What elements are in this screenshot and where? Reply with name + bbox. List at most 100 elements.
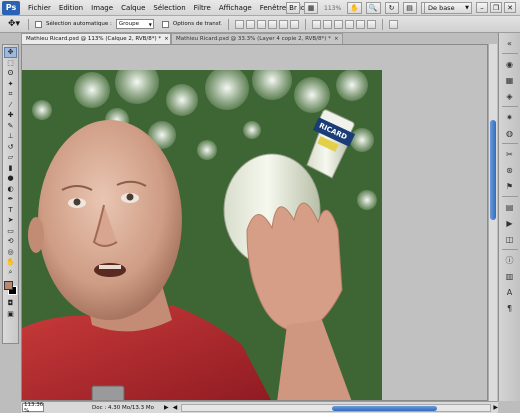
collapse-panels-icon[interactable]: « xyxy=(503,37,517,49)
brush-icon[interactable]: ✎ xyxy=(4,121,17,132)
bridge-icon[interactable]: Br xyxy=(286,2,300,14)
screen-mode-icon[interactable]: ▣ xyxy=(4,309,17,320)
magic-wand-icon[interactable]: ✦ xyxy=(4,79,17,90)
document-window[interactable]: RICARD xyxy=(21,44,488,401)
type-icon[interactable]: T xyxy=(4,205,17,216)
menu-fichier[interactable]: Fichier xyxy=(24,0,55,16)
paths-panel-icon[interactable]: ⚑ xyxy=(503,180,517,192)
document-size[interactable]: Doc : 4.30 Mo/13.3 Mo xyxy=(92,405,154,411)
scroll-left-icon[interactable]: ◀ xyxy=(173,404,178,411)
menu-image[interactable]: Image xyxy=(87,0,117,16)
view-extras-icon[interactable]: ▦ xyxy=(304,2,318,14)
chevron-down-icon: ▼ xyxy=(465,5,469,11)
color-panel-icon[interactable]: ◉ xyxy=(503,58,517,70)
auto-select-value: Groupe xyxy=(118,21,139,27)
auto-select-label: Sélection automatique : xyxy=(46,21,112,27)
align-vcenter-icon[interactable] xyxy=(245,19,255,29)
status-menu-arrow-icon[interactable]: ▶ xyxy=(164,404,169,411)
align-right-icon[interactable] xyxy=(289,19,299,29)
hand-tool-icon[interactable]: ✋ xyxy=(347,2,362,14)
auto-align-layers-icon[interactable] xyxy=(388,19,398,29)
dodge-icon[interactable]: ◐ xyxy=(4,184,17,195)
gradient-icon[interactable]: ▮ xyxy=(4,163,17,174)
eyedropper-icon[interactable]: ⁄ xyxy=(4,100,17,111)
crop-icon[interactable]: ⌗ xyxy=(4,89,17,100)
tab-document-1[interactable]: Mathieu Ricard.psd @ 113% (Calque 2, RVB… xyxy=(21,33,171,44)
auto-select-dropdown[interactable]: Groupe ▼ xyxy=(115,19,154,29)
pen-icon[interactable]: ✒ xyxy=(4,194,17,205)
restore-icon[interactable]: ❐ xyxy=(490,2,502,13)
close-icon[interactable]: ✕ xyxy=(504,2,516,13)
rotate-view-icon[interactable]: ↻ xyxy=(384,2,399,14)
workspace-switcher[interactable]: De base ▼ xyxy=(424,2,472,14)
quick-mask-icon[interactable]: ◘ xyxy=(4,298,17,309)
auto-select-checkbox[interactable] xyxy=(35,20,42,28)
divider xyxy=(501,143,518,144)
menu-affichage[interactable]: Affichage xyxy=(215,0,256,16)
close-icon[interactable]: × xyxy=(331,36,339,42)
swatches-panel-icon[interactable]: ▦ xyxy=(503,74,517,86)
align-hcenter-icon[interactable] xyxy=(278,19,288,29)
shape-icon[interactable]: ▭ xyxy=(4,226,17,237)
arrange-documents-icon[interactable]: ▤ xyxy=(402,2,417,14)
color-swatches xyxy=(3,280,18,298)
close-icon[interactable]: × xyxy=(161,36,169,42)
actions-panel-icon[interactable]: ▶ xyxy=(503,217,517,229)
align-left-icon[interactable] xyxy=(267,19,277,29)
align-top-icon[interactable] xyxy=(234,19,244,29)
photoshop-logo: Ps xyxy=(2,0,20,15)
vertical-scrollbar[interactable] xyxy=(488,44,497,401)
adjustments-panel-icon[interactable]: ✷ xyxy=(503,111,517,123)
move-icon[interactable]: ✥ xyxy=(4,47,17,58)
3d-orbit-icon[interactable]: ◎ xyxy=(4,247,17,258)
move-tool-preset-icon[interactable]: ✥▾ xyxy=(6,18,22,30)
history-brush-icon[interactable]: ↺ xyxy=(4,142,17,153)
eraser-icon[interactable]: ▱ xyxy=(4,152,17,163)
zoom-icon[interactable]: ⌕ xyxy=(4,268,17,279)
clone-stamp-icon[interactable]: ⊥ xyxy=(4,131,17,142)
photo: RICARD xyxy=(22,70,382,400)
transform-controls-checkbox[interactable] xyxy=(161,20,169,28)
channels-panel-icon[interactable]: ⊛ xyxy=(503,164,517,176)
tab-document-2[interactable]: Mathieu Ricard.psd @ 33.3% (Layer 4 copi… xyxy=(171,33,343,44)
distribute-right-icon[interactable] xyxy=(366,19,376,29)
scroll-right-icon[interactable]: ▶ xyxy=(493,404,498,411)
layers-panel-icon[interactable]: ✂ xyxy=(503,148,517,160)
hand-icon[interactable]: ✋ xyxy=(4,257,17,268)
masks-panel-icon[interactable]: ◍ xyxy=(503,127,517,139)
align-bottom-icon[interactable] xyxy=(256,19,266,29)
menu-edition[interactable]: Edition xyxy=(55,0,87,16)
lasso-icon[interactable]: ʘ xyxy=(4,68,17,79)
zoom-level[interactable]: 113% xyxy=(322,5,343,12)
paragraph-panel-icon[interactable]: ¶ xyxy=(503,302,517,314)
horizontal-scrollbar[interactable] xyxy=(181,403,492,412)
distribute-top-icon[interactable] xyxy=(311,19,321,29)
image-canvas[interactable]: RICARD xyxy=(22,70,382,400)
menu-selection[interactable]: Sélection xyxy=(149,0,189,16)
distribute-left-icon[interactable] xyxy=(344,19,354,29)
blur-icon[interactable]: ● xyxy=(4,173,17,184)
minimize-icon[interactable]: – xyxy=(476,2,488,13)
menu-filtre[interactable]: Filtre xyxy=(190,0,215,16)
menu-calque[interactable]: Calque xyxy=(117,0,149,16)
distribute-bottom-icon[interactable] xyxy=(333,19,343,29)
history-panel-icon[interactable]: ▤ xyxy=(503,201,517,213)
distribute-hcenter-icon[interactable] xyxy=(355,19,365,29)
workspace-label: De base xyxy=(428,4,455,12)
info-panel-icon[interactable]: ⓘ xyxy=(503,254,517,266)
marquee-icon[interactable]: ⬚ xyxy=(4,58,17,69)
path-select-icon[interactable]: ➤ xyxy=(4,215,17,226)
character-panel-icon[interactable]: A xyxy=(503,286,517,298)
zoom-field[interactable]: 113.36 % xyxy=(22,402,44,413)
3d-rotate-icon[interactable]: ⟲ xyxy=(4,236,17,247)
vertical-scroll-thumb[interactable] xyxy=(490,120,496,220)
zoom-tool-icon[interactable]: 🔍 xyxy=(365,2,381,14)
distribute-vcenter-icon[interactable] xyxy=(322,19,332,29)
horizontal-scroll-thumb[interactable] xyxy=(332,405,438,411)
histogram-panel-icon[interactable]: ▥ xyxy=(503,270,517,282)
foreground-color-swatch[interactable] xyxy=(4,281,13,290)
styles-panel-icon[interactable]: ◈ xyxy=(503,90,517,102)
application-bar: Br ▦ 113% ✋ 🔍 ↻ ▤ ▢ xyxy=(286,0,435,16)
navigator-panel-icon[interactable]: ◫ xyxy=(503,233,517,245)
healing-icon[interactable]: ✚ xyxy=(4,110,17,121)
